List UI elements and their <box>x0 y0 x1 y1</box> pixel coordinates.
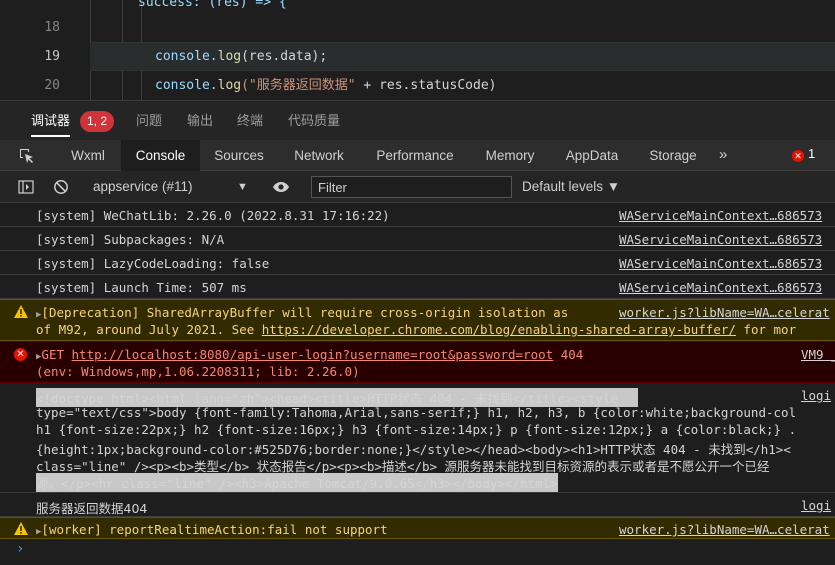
code-line-19: 19 console.log(res.data); <box>0 42 835 71</box>
console-output[interactable]: [system] WeChatLib: 2.26.0 (2022.8.31 17… <box>0 203 835 565</box>
source-link[interactable]: WAServiceMainContext…686573 <box>619 232 822 247</box>
source-link[interactable]: logi <box>801 498 831 513</box>
console-toolbar: appservice (#11) ▼ Default levels ▼ <box>0 171 835 203</box>
code-token: console. <box>155 78 218 93</box>
code-token: console. <box>155 49 218 64</box>
tab-performance[interactable]: Performance <box>366 140 464 171</box>
http-method: GET <box>41 347 72 362</box>
warning-icon <box>14 305 28 318</box>
env-info: (env: Windows,mp,1.06.2208311; lib: 2.26… <box>36 364 360 379</box>
log-message: [system] WeChatLib: 2.26.0 (2022.8.31 17… <box>36 208 390 223</box>
deprecation-link[interactable]: https://developer.chrome.com/blog/enabli… <box>262 322 736 337</box>
log-message: 服务器返回数据404 <box>36 501 148 516</box>
tab-wxml[interactable]: Wxml <box>57 140 119 171</box>
source-link[interactable]: VM9 _ <box>801 347 835 362</box>
clear-console-icon[interactable] <box>53 179 69 195</box>
log-message-cont: of M92, around July 2021. See https://de… <box>36 322 796 337</box>
source-link[interactable]: worker.js?libName=WA…celerat <box>619 522 830 537</box>
source-link[interactable]: logi <box>801 388 831 403</box>
warning-row: ▶[Deprecation] SharedArrayBuffer will re… <box>0 299 835 341</box>
filter-input[interactable] <box>311 176 512 198</box>
tab-terminal[interactable]: 终端 <box>237 101 263 141</box>
log-row: 服务器返回数据404 logi <box>0 493 835 517</box>
http-status: 404 <box>553 347 584 362</box>
request-url-link[interactable]: http://localhost:8080/api-user-login?use… <box>72 347 554 362</box>
tab-problems[interactable]: 问题 <box>136 101 162 141</box>
warning-icon <box>14 522 28 535</box>
sidebar-toggle-icon[interactable] <box>18 179 34 195</box>
error-icon: ✕ <box>14 348 27 361</box>
error-counter[interactable]: ✕ 1 <box>792 146 815 162</box>
html-line: type="text/css">body {font-family:Tahoma… <box>36 405 797 420</box>
panel-tab-bar: 调试器 1, 2 问题 输出 终端 代码质量 <box>0 100 835 140</box>
log-row: [system] LazyCodeLoading: false WAServic… <box>0 251 835 275</box>
log-row: [system] Launch Time: 507 ms WAServiceMa… <box>0 275 835 299</box>
deprecation-text: for mor <box>735 322 797 337</box>
source-link[interactable]: worker.js?libName=WA…celerat <box>619 305 830 320</box>
tab-debugger[interactable]: 调试器 <box>31 101 71 141</box>
deprecation-text: of M92, around July 2021. See <box>36 322 262 337</box>
code-text: console.log(res.data); <box>155 42 327 71</box>
tab-output[interactable]: 输出 <box>187 101 213 141</box>
error-icon: ✕ <box>792 150 804 162</box>
warning-row: ▶[worker] reportRealtimeAction:fail not … <box>0 517 835 539</box>
log-row: [system] Subpackages: N/A WAServiceMainC… <box>0 227 835 251</box>
code-text: console.log("服务器返回数据" + res.statusCode) <box>155 71 496 100</box>
log-message: [system] Launch Time: 507 ms <box>36 280 247 295</box>
context-select[interactable]: appservice (#11) <box>93 171 193 203</box>
html-line: 源。</p><hr class="line" /><h3>Apache Tomc… <box>36 473 558 492</box>
error-badge: 1, 2 <box>80 111 115 132</box>
log-message[interactable]: ▶GET http://localhost:8080/api-user-logi… <box>36 347 583 362</box>
code-token: + res.statusCode) <box>355 78 497 93</box>
code-line-20: 20 console.log("服务器返回数据" + res.statusCod… <box>0 71 835 100</box>
tab-code-quality[interactable]: 代码质量 <box>288 101 340 141</box>
devtools-tab-bar: Wxml Console Sources Network Performance… <box>0 140 835 171</box>
error-count-value: 1 <box>808 146 816 161</box>
tab-sources[interactable]: Sources <box>203 140 275 171</box>
deprecation-text: [Deprecation] SharedArrayBuffer will req… <box>41 305 569 320</box>
log-levels-dropdown[interactable]: Default levels ▼ <box>522 171 620 203</box>
code-token: (res.data); <box>241 49 328 64</box>
tab-memory[interactable]: Memory <box>474 140 546 171</box>
source-link[interactable]: WAServiceMainContext…686573 <box>619 280 822 295</box>
log-message: [system] LazyCodeLoading: false <box>36 256 270 271</box>
log-message[interactable]: ▶[Deprecation] SharedArrayBuffer will re… <box>36 305 568 320</box>
tab-storage[interactable]: Storage <box>640 140 706 171</box>
code-token: ("服务器返回数据" <box>241 78 356 93</box>
log-message[interactable]: ▶[worker] reportRealtimeAction:fail not … <box>36 522 388 537</box>
code-token: log <box>217 78 242 93</box>
line-number: 18 <box>44 20 60 35</box>
html-line: h1 {font-size:22px;} h2 {font-size:16px;… <box>36 422 797 437</box>
tab-appdata[interactable]: AppData <box>556 140 628 171</box>
inspect-element-icon[interactable] <box>19 148 35 164</box>
chevron-down-icon[interactable]: ▼ <box>237 171 248 203</box>
log-row-html-response: <!doctype html><html lang="zh"><head><ti… <box>0 383 835 493</box>
source-link[interactable]: WAServiceMainContext…686573 <box>619 256 822 271</box>
live-expression-eye-icon[interactable] <box>272 179 290 195</box>
log-row: [system] WeChatLib: 2.26.0 (2022.8.31 17… <box>0 203 835 227</box>
line-number: 20 <box>44 78 60 93</box>
worker-warning-text: [worker] reportRealtimeAction:fail not s… <box>41 522 388 537</box>
source-link[interactable]: WAServiceMainContext…686573 <box>619 208 822 223</box>
log-message: [system] Subpackages: N/A <box>36 232 225 247</box>
line-number: 19 <box>44 49 60 64</box>
code-token: log <box>217 49 242 64</box>
console-prompt[interactable]: › <box>16 541 24 557</box>
code-editor[interactable]: success: (res) => { 18 19 console.log(re… <box>0 0 835 100</box>
tab-network[interactable]: Network <box>282 140 356 171</box>
error-row: ✕ ▶GET http://localhost:8080/api-user-lo… <box>0 341 835 383</box>
tab-console[interactable]: Console <box>121 140 200 171</box>
more-tabs-icon[interactable]: » <box>719 146 727 163</box>
code-line-18: 18 <box>0 13 835 42</box>
